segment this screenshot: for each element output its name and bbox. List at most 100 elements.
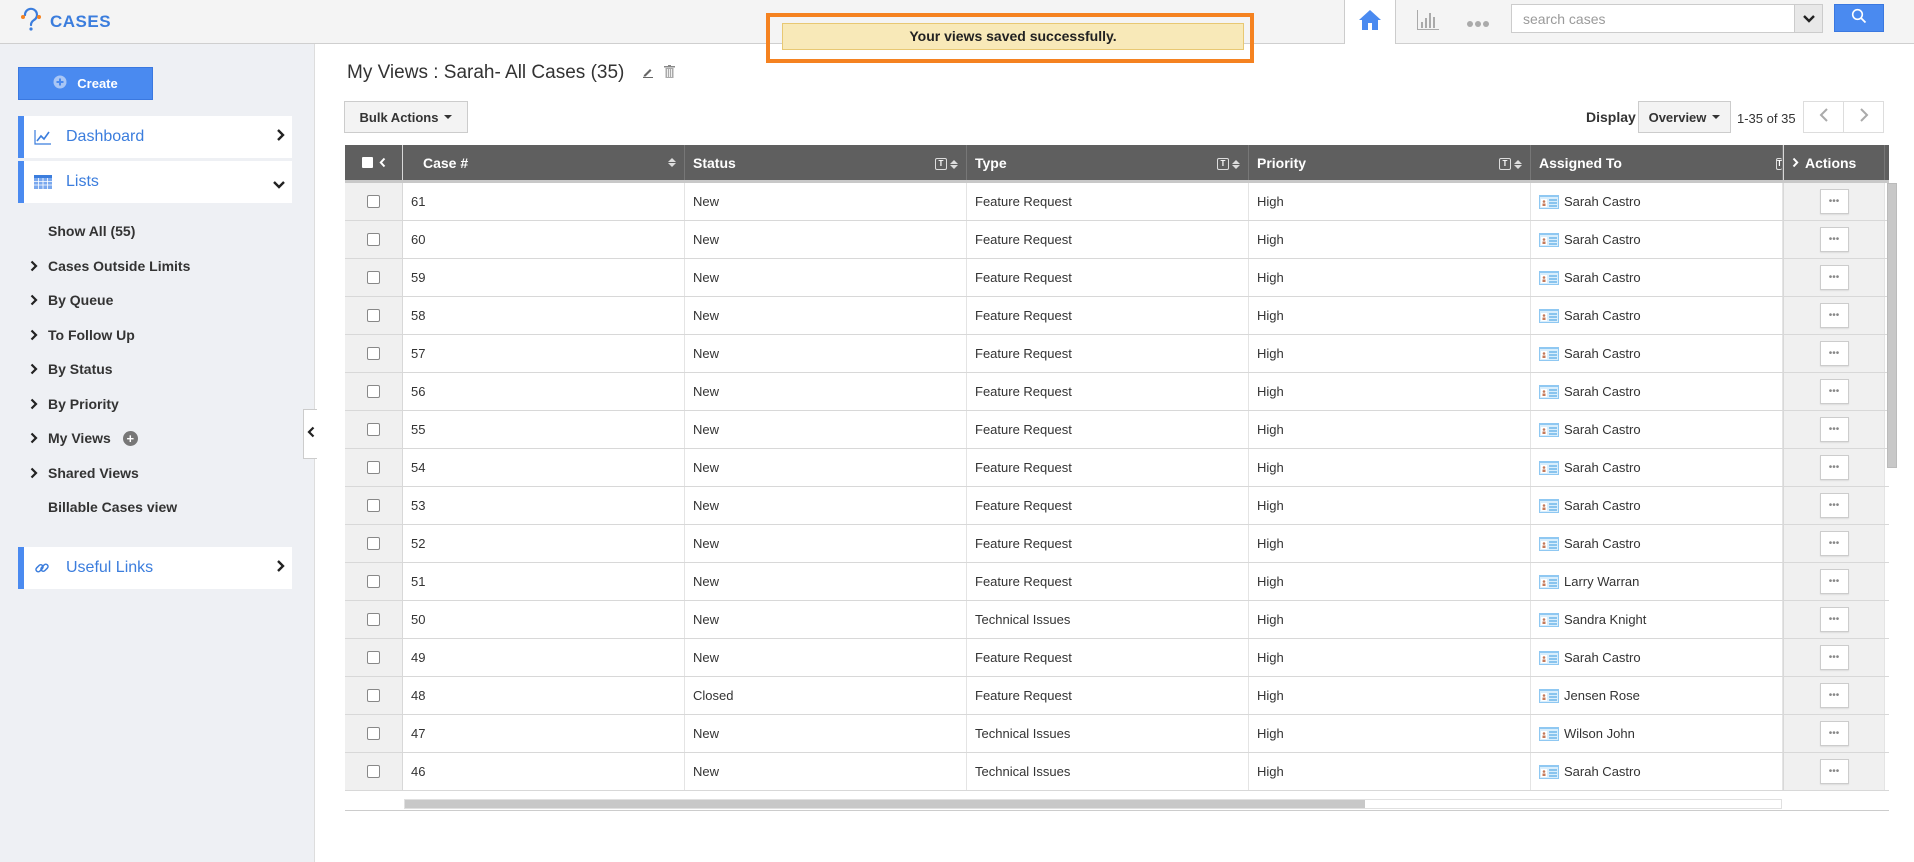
- table-row[interactable]: 57 New Feature Request High Sarah Castro…: [345, 335, 1889, 373]
- row-actions-button[interactable]: •••: [1819, 721, 1849, 746]
- table-row[interactable]: 54 New Feature Request High Sarah Castro…: [345, 449, 1889, 487]
- sort-icon[interactable]: [1232, 159, 1240, 169]
- contact-card-icon[interactable]: [1539, 726, 1559, 741]
- column-header-type[interactable]: Type T: [967, 145, 1249, 180]
- assignee-name[interactable]: Larry Warran: [1564, 574, 1639, 589]
- chevron-left-icon[interactable]: [378, 155, 386, 171]
- list-item-billable-cases-view[interactable]: Billable Cases view: [30, 490, 190, 525]
- assignee-name[interactable]: Sarah Castro: [1564, 536, 1641, 551]
- assignee-name[interactable]: Sarah Castro: [1564, 194, 1641, 209]
- row-actions-button[interactable]: •••: [1819, 683, 1849, 708]
- row-checkbox[interactable]: [367, 765, 380, 778]
- assignee-name[interactable]: Sarah Castro: [1564, 650, 1641, 665]
- list-item-by-queue[interactable]: By Queue: [30, 283, 190, 318]
- case-number-cell[interactable]: 47: [403, 715, 685, 752]
- table-row[interactable]: 50 New Technical Issues High Sandra Knig…: [345, 601, 1889, 639]
- list-item-by-priority[interactable]: By Priority: [30, 387, 190, 422]
- more-button[interactable]: [1458, 0, 1498, 44]
- sort-icon[interactable]: [950, 159, 958, 169]
- row-checkbox[interactable]: [367, 347, 380, 360]
- row-actions-button[interactable]: •••: [1819, 759, 1849, 784]
- table-row[interactable]: 60 New Feature Request High Sarah Castro…: [345, 221, 1889, 259]
- add-view-plus-icon[interactable]: +: [122, 430, 138, 446]
- table-row[interactable]: 53 New Feature Request High Sarah Castro…: [345, 487, 1889, 525]
- table-row[interactable]: 55 New Feature Request High Sarah Castro…: [345, 411, 1889, 449]
- contact-card-icon[interactable]: [1539, 612, 1559, 627]
- row-checkbox[interactable]: [367, 461, 380, 474]
- sidebar-item-lists[interactable]: Lists: [18, 161, 292, 203]
- contact-card-icon[interactable]: [1539, 270, 1559, 285]
- app-logo[interactable]: CASES: [20, 6, 111, 37]
- column-header-status[interactable]: Status T: [685, 145, 967, 180]
- row-checkbox[interactable]: [367, 727, 380, 740]
- select-all-checkbox[interactable]: [361, 157, 373, 168]
- row-checkbox[interactable]: [367, 499, 380, 512]
- row-checkbox[interactable]: [367, 385, 380, 398]
- case-number-cell[interactable]: 52: [403, 525, 685, 562]
- row-actions-button[interactable]: •••: [1819, 569, 1849, 594]
- contact-card-icon[interactable]: [1539, 460, 1559, 475]
- case-number-cell[interactable]: 57: [403, 335, 685, 372]
- row-actions-button[interactable]: •••: [1819, 531, 1849, 556]
- contact-card-icon[interactable]: [1539, 194, 1559, 209]
- display-mode-dropdown[interactable]: Overview: [1638, 101, 1731, 133]
- contact-card-icon[interactable]: [1539, 536, 1559, 551]
- sidebar-collapse-toggle[interactable]: [303, 409, 317, 459]
- assignee-name[interactable]: Wilson John: [1564, 726, 1635, 741]
- filter-icon[interactable]: T: [935, 158, 947, 170]
- contact-card-icon[interactable]: [1539, 384, 1559, 399]
- case-number-cell[interactable]: 61: [403, 183, 685, 220]
- list-item-show-all[interactable]: Show All (55): [30, 214, 190, 249]
- contact-card-icon[interactable]: [1539, 346, 1559, 361]
- search-input[interactable]: [1511, 4, 1795, 33]
- list-item-my-views[interactable]: My Views +: [30, 421, 190, 456]
- contact-card-icon[interactable]: [1539, 308, 1559, 323]
- assignee-name[interactable]: Sarah Castro: [1564, 232, 1641, 247]
- table-row[interactable]: 61 New Feature Request High Sarah Castro…: [345, 183, 1889, 221]
- list-item-cases-outside-limits[interactable]: Cases Outside Limits: [30, 249, 190, 284]
- contact-card-icon[interactable]: [1539, 650, 1559, 665]
- row-actions-button[interactable]: •••: [1819, 189, 1849, 214]
- table-row[interactable]: 47 New Technical Issues High Wilson John…: [345, 715, 1889, 753]
- assignee-name[interactable]: Sarah Castro: [1564, 764, 1641, 779]
- contact-card-icon[interactable]: [1539, 688, 1559, 703]
- sort-icon[interactable]: [668, 158, 676, 167]
- row-checkbox[interactable]: [367, 309, 380, 322]
- column-header-assigned-to[interactable]: Assigned To T: [1531, 145, 1783, 180]
- row-actions-button[interactable]: •••: [1819, 493, 1849, 518]
- trash-icon[interactable]: [664, 62, 676, 84]
- case-number-cell[interactable]: 48: [403, 677, 685, 714]
- filter-icon[interactable]: T: [1499, 158, 1511, 170]
- filter-icon[interactable]: T: [1776, 158, 1782, 170]
- row-actions-button[interactable]: •••: [1819, 417, 1849, 442]
- table-row[interactable]: 52 New Feature Request High Sarah Castro…: [345, 525, 1889, 563]
- sort-icon[interactable]: [1514, 159, 1522, 169]
- assignee-name[interactable]: Sarah Castro: [1564, 460, 1641, 475]
- sidebar-item-dashboard[interactable]: Dashboard: [18, 116, 292, 158]
- row-actions-button[interactable]: •••: [1819, 303, 1849, 328]
- row-actions-button[interactable]: •••: [1819, 379, 1849, 404]
- row-checkbox[interactable]: [367, 195, 380, 208]
- assignee-name[interactable]: Sarah Castro: [1564, 270, 1641, 285]
- list-item-shared-views[interactable]: Shared Views: [30, 456, 190, 491]
- case-number-cell[interactable]: 54: [403, 449, 685, 486]
- case-number-cell[interactable]: 55: [403, 411, 685, 448]
- table-row[interactable]: 56 New Feature Request High Sarah Castro…: [345, 373, 1889, 411]
- table-row[interactable]: 46 New Technical Issues High Sarah Castr…: [345, 753, 1889, 791]
- search-button[interactable]: [1834, 4, 1884, 32]
- horizontal-scrollbar[interactable]: [404, 799, 1782, 809]
- bulk-actions-dropdown[interactable]: Bulk Actions: [344, 101, 468, 133]
- row-actions-button[interactable]: •••: [1819, 607, 1849, 632]
- list-item-by-status[interactable]: By Status: [30, 352, 190, 387]
- sidebar-item-useful-links[interactable]: Useful Links: [18, 547, 292, 589]
- row-checkbox[interactable]: [367, 613, 380, 626]
- previous-page-button[interactable]: [1803, 101, 1844, 133]
- row-checkbox[interactable]: [367, 575, 380, 588]
- assignee-name[interactable]: Sarah Castro: [1564, 308, 1641, 323]
- case-number-cell[interactable]: 51: [403, 563, 685, 600]
- row-checkbox[interactable]: [367, 537, 380, 550]
- table-row[interactable]: 51 New Feature Request High Larry Warran…: [345, 563, 1889, 601]
- table-row[interactable]: 48 Closed Feature Request High Jensen Ro…: [345, 677, 1889, 715]
- column-header-actions[interactable]: Actions: [1783, 145, 1885, 180]
- row-actions-button[interactable]: •••: [1819, 227, 1849, 252]
